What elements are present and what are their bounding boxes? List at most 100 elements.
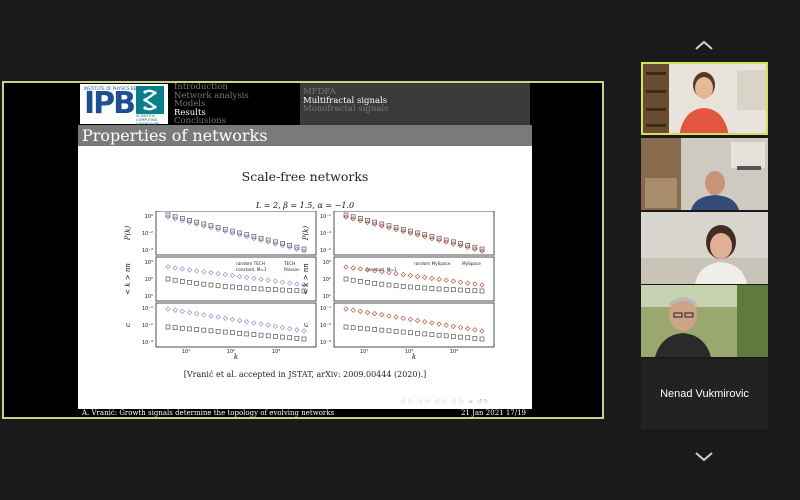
data-point xyxy=(194,268,200,274)
y-tick-label: 10⁻¹ xyxy=(320,306,331,312)
data-point xyxy=(301,328,307,334)
data-point xyxy=(208,313,214,319)
chevron-up-icon[interactable] xyxy=(694,36,714,54)
data-point xyxy=(208,270,214,276)
data-point xyxy=(201,281,207,287)
data-point xyxy=(407,272,414,279)
data-point xyxy=(465,326,471,332)
data-point xyxy=(272,323,278,329)
slide-footer: A. Vranić: Growth signals determine the … xyxy=(78,409,532,417)
data-point xyxy=(229,272,236,279)
y-axis-label: P(k) xyxy=(302,226,310,242)
data-point xyxy=(222,284,228,289)
participant-name-tile[interactable]: Nenad Vukmirovic xyxy=(641,359,768,429)
data-point xyxy=(465,335,471,341)
y-axis-label: < k > nn xyxy=(124,263,132,295)
data-point xyxy=(343,306,349,312)
data-point xyxy=(179,325,185,331)
y-tick-label: 10¹ xyxy=(145,294,153,300)
data-point xyxy=(287,335,293,341)
data-point xyxy=(265,322,271,328)
data-point xyxy=(386,328,392,334)
data-point xyxy=(215,283,221,289)
data-point xyxy=(244,274,250,281)
data-point xyxy=(229,316,236,323)
data-point xyxy=(372,280,377,286)
data-point xyxy=(472,281,478,287)
data-point xyxy=(194,311,200,317)
data-point xyxy=(458,287,463,293)
data-point xyxy=(294,327,300,333)
y-tick-label: 10³ xyxy=(323,260,331,266)
data-point xyxy=(244,285,250,291)
data-point xyxy=(443,322,449,328)
frame-title-bar: Properties of networks xyxy=(78,125,532,146)
data-point xyxy=(479,282,485,288)
data-point xyxy=(215,271,221,277)
y-axis-label: c xyxy=(124,323,132,327)
participant-video-active-speaker[interactable] xyxy=(641,62,768,135)
shared-screen[interactable]: INSTITUTE OF PHYSICS BELGRADE IPB SCIENT… xyxy=(2,81,604,419)
data-point xyxy=(350,265,356,271)
y-axis-label: c xyxy=(302,323,310,327)
data-point xyxy=(436,286,442,292)
data-point xyxy=(251,320,257,326)
y-tick-label: 10⁰ xyxy=(145,214,153,220)
legend-entry: random MySpace xyxy=(414,261,451,266)
data-point xyxy=(350,307,356,313)
data-point xyxy=(222,271,228,278)
participant-video[interactable] xyxy=(641,212,768,284)
data-point xyxy=(414,273,421,280)
y-tick-label: 10² xyxy=(145,277,153,283)
data-point xyxy=(379,312,385,318)
data-point xyxy=(287,326,293,332)
subsection-nav-item[interactable]: Monofractal signals xyxy=(303,105,530,114)
data-point xyxy=(194,327,199,332)
data-point xyxy=(479,288,485,294)
data-point xyxy=(244,331,250,337)
chevron-down-icon[interactable] xyxy=(694,448,714,466)
data-point xyxy=(408,284,413,290)
data-point xyxy=(422,319,428,325)
y-tick-label: 10⁻³ xyxy=(320,340,331,346)
data-point xyxy=(280,287,285,293)
data-point xyxy=(443,286,449,292)
data-point xyxy=(251,275,257,281)
participant-video[interactable] xyxy=(641,285,768,357)
data-point xyxy=(350,325,356,330)
data-point xyxy=(272,278,278,284)
data-point xyxy=(400,284,406,289)
data-point xyxy=(386,282,392,288)
data-point xyxy=(479,328,485,334)
data-point xyxy=(165,306,171,312)
ipb-logo: IPB xyxy=(84,86,136,121)
data-point xyxy=(172,325,178,330)
slide-subtitle: Scale-free networks xyxy=(241,169,369,184)
data-point xyxy=(251,286,257,291)
participant-video[interactable] xyxy=(641,138,768,210)
data-point xyxy=(386,313,392,319)
data-point xyxy=(222,329,228,335)
data-point xyxy=(258,332,264,338)
data-point xyxy=(343,276,349,282)
data-point xyxy=(301,336,307,342)
figure-parameters: L = 2, β = 1.5, α = −1.0 xyxy=(255,201,355,210)
data-point xyxy=(429,320,435,326)
data-point xyxy=(458,334,463,340)
data-point xyxy=(364,309,371,316)
x-tick-label: 10¹ xyxy=(360,349,368,355)
y-tick-label: 10⁻¹ xyxy=(142,306,153,312)
data-point xyxy=(443,333,449,339)
data-point xyxy=(258,286,264,292)
data-point xyxy=(429,286,435,291)
legend-entry: MySpace xyxy=(462,261,481,266)
data-point xyxy=(472,327,478,333)
data-point xyxy=(436,321,442,327)
x-tick-label: 10³ xyxy=(272,349,280,355)
data-point xyxy=(465,288,471,293)
data-point xyxy=(172,265,178,271)
beamer-navigation-symbols[interactable]: ◁ ▷ ◁ ▷ ◁ ▷ ◁ ▷ ≡ ↺↻ xyxy=(400,398,489,405)
y-tick-label: 10⁻³ xyxy=(142,340,153,346)
y-tick-label: 10¹ xyxy=(323,294,331,300)
y-tick-label: 10⁻⁴ xyxy=(320,231,331,237)
